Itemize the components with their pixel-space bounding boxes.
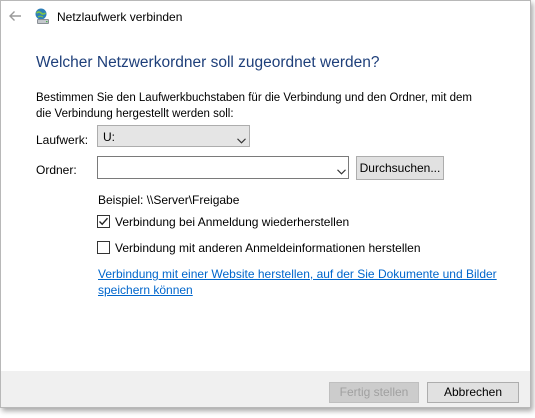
reconnect-checkbox[interactable] bbox=[97, 215, 110, 228]
checkmark-icon bbox=[99, 217, 109, 226]
window-title: Netzlaufwerk verbinden bbox=[57, 10, 183, 24]
folder-path-combobox[interactable] bbox=[97, 156, 349, 179]
reconnect-label[interactable]: Verbindung bei Anmeldung wiederherstelle… bbox=[115, 215, 349, 229]
website-connect-link[interactable]: Verbindung mit einer Website herstellen,… bbox=[98, 266, 513, 298]
folder-label: Ordner: bbox=[36, 163, 77, 177]
drive-label: Laufwerk: bbox=[36, 133, 89, 147]
browse-button[interactable]: Durchsuchen... bbox=[356, 156, 444, 180]
instructions-text: Bestimmen Sie den Laufwerkbuchstaben für… bbox=[36, 92, 472, 120]
button-footer: Fertig stellen Abbrechen bbox=[1, 371, 530, 407]
drive-letter-value: U: bbox=[103, 130, 115, 144]
credentials-label[interactable]: Verbindung mit anderen Anmeldeinformatio… bbox=[115, 241, 421, 255]
example-path-text: Beispiel: \\Server\Freigabe bbox=[98, 193, 240, 207]
cancel-button[interactable]: Abbrechen bbox=[427, 382, 519, 403]
credentials-checkbox[interactable] bbox=[97, 241, 110, 254]
finish-button[interactable]: Fertig stellen bbox=[329, 382, 419, 403]
page-heading: Welcher Netzwerkordner soll zugeordnet w… bbox=[36, 54, 380, 71]
back-arrow-icon[interactable] bbox=[7, 8, 23, 24]
dialog-window: Netzlaufwerk verbinden Welcher Netzwerko… bbox=[0, 0, 531, 408]
title-bar: Netzlaufwerk verbinden bbox=[1, 1, 530, 31]
chevron-down-icon bbox=[237, 133, 246, 144]
network-drive-icon bbox=[34, 8, 51, 25]
chevron-down-icon[interactable] bbox=[337, 164, 346, 175]
drive-letter-select[interactable]: U: bbox=[97, 125, 250, 147]
